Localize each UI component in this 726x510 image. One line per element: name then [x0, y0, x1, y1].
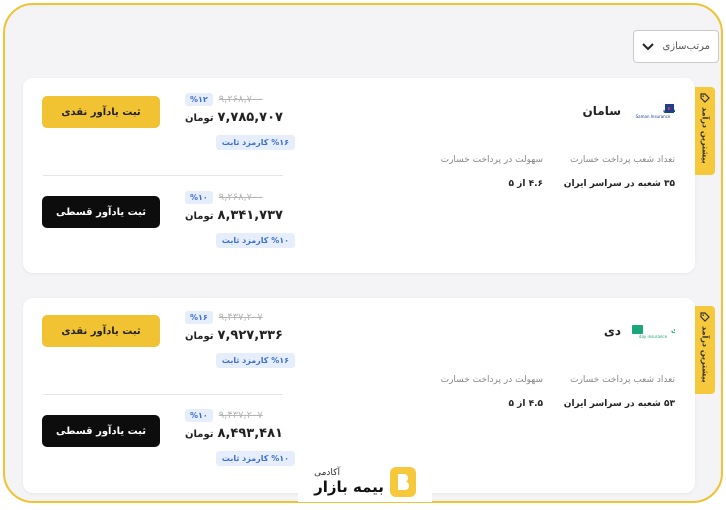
cash-reminder-button[interactable]: ثبت یادآور نقدی	[42, 96, 160, 128]
branches-label: تعداد شعب پرداخت خسارت	[570, 375, 675, 385]
ease-value: ۴.۵ از ۵	[508, 399, 543, 409]
ease-stat: سهولت در پرداخت خسارت ۴.۵ از ۵	[441, 375, 543, 409]
offer-card: بیمه‌سامان Saman Insurance سامان تعداد ش…	[23, 78, 695, 273]
brand-name: بیمه بازار	[314, 477, 384, 496]
tag-label: بیشترین درآمد	[700, 107, 710, 164]
tag-label: بیشترین درآمد	[700, 326, 710, 383]
new-price: ۷,۷۸۵,۷۰۷	[217, 110, 283, 125]
sort-dropdown[interactable]: مرتب‌سازی	[633, 30, 719, 63]
new-price: ۸,۳۴۱,۷۳۷	[217, 208, 283, 223]
ease-label: سهولت در پرداخت خسارت	[440, 375, 543, 385]
tag-icon	[700, 312, 710, 322]
brand-logo: آکادمی بیمه بازار	[298, 462, 432, 502]
tag-icon	[700, 93, 710, 103]
svg-text:day insurance: day insurance	[639, 334, 668, 339]
branches-stat: تعداد شعب پرداخت خسارت ۵۳ شعبه در سراسر …	[564, 375, 675, 409]
brand-mark-icon	[389, 467, 416, 497]
svg-text:بیمه دی: بیمه دی	[671, 326, 675, 334]
fee-badge: %۱۰ کارمزد ثابت	[215, 233, 295, 248]
installment-reminder-button[interactable]: ثبت یادآور قسطی	[42, 196, 160, 228]
old-price: ۹,۴۳۷,۲۰۷	[218, 410, 263, 421]
brand-words: آکادمی بیمه بازار	[314, 468, 384, 496]
new-price: ۸,۴۹۳,۴۸۱	[217, 426, 283, 441]
sort-label: مرتب‌سازی	[662, 41, 710, 52]
chevron-down-icon	[642, 42, 654, 50]
ease-label: سهولت در پرداخت خسارت	[440, 155, 543, 165]
fee-badge: %۱۰ کارمزد ثابت	[215, 451, 295, 466]
svg-text:بیمه‌سامان: بیمه‌سامان	[663, 106, 675, 114]
old-price: ۹,۴۳۷,۲۰۷	[218, 312, 263, 323]
svg-text:Saman Insurance: Saman Insurance	[636, 114, 671, 119]
price-unit: تومان	[185, 429, 214, 440]
old-price: ۹,۲۶۸,۷۰۰	[218, 94, 263, 105]
discount-badge: %۱۲	[185, 93, 213, 106]
branches-label: تعداد شعب پرداخت خسارت	[570, 155, 675, 165]
top-income-tag: بیشترین درآمد	[695, 306, 715, 394]
saman-logo: بیمه‌سامان Saman Insurance	[631, 102, 675, 120]
branches-stat: تعداد شعب پرداخت خسارت ۳۵ شعبه در سراسر …	[564, 155, 675, 189]
day-logo: بیمه دی day insurance	[631, 322, 675, 340]
old-price: ۹,۲۶۸,۷۰۰	[218, 192, 263, 203]
cash-price: %۱۶ ۹,۴۳۷,۲۰۷ تومان ۷,۹۲۷,۳۳۶ %۱۶ کارمزد…	[185, 311, 295, 368]
divider	[43, 175, 283, 176]
top-income-tag: بیشترین درآمد	[695, 87, 715, 175]
installment-price: %۱۰ ۹,۴۳۷,۲۰۷ تومان ۸,۴۹۳,۴۸۱ %۱۰ کارمزد…	[185, 409, 295, 466]
installment-reminder-button[interactable]: ثبت یادآور قسطی	[42, 415, 160, 447]
insurer-name: دی	[603, 324, 621, 338]
branches-value: ۵۳ شعبه در سراسر ایران	[563, 399, 675, 409]
cash-reminder-button[interactable]: ثبت یادآور نقدی	[42, 315, 160, 347]
insurer-info: بیمه دی day insurance دی	[604, 322, 675, 340]
branches-value: ۳۵ شعبه در سراسر ایران	[563, 179, 675, 189]
fee-badge: %۱۶ کارمزد ثابت	[215, 353, 295, 368]
discount-badge: %۱۰	[185, 409, 213, 422]
price-unit: تومان	[185, 113, 214, 124]
ease-stat: سهولت در پرداخت خسارت ۴.۶ از ۵	[441, 155, 543, 189]
discount-badge: %۱۶	[185, 311, 213, 324]
ease-value: ۴.۶ از ۵	[508, 179, 543, 189]
new-price: ۷,۹۲۷,۳۳۶	[217, 328, 283, 343]
fee-badge: %۱۶ کارمزد ثابت	[215, 135, 295, 150]
insurer-name: سامان	[582, 104, 621, 118]
insurer-info: بیمه‌سامان Saman Insurance سامان	[583, 102, 675, 120]
cash-price: %۱۲ ۹,۲۶۸,۷۰۰ تومان ۷,۷۸۵,۷۰۷ %۱۶ کارمزد…	[185, 93, 295, 150]
price-unit: تومان	[185, 331, 214, 342]
price-unit: تومان	[185, 211, 214, 222]
divider	[43, 394, 283, 395]
installment-price: %۱۰ ۹,۲۶۸,۷۰۰ تومان ۸,۳۴۱,۷۳۷ %۱۰ کارمزد…	[185, 191, 295, 248]
page-frame: مرتب‌سازی بیمه‌سامان Saman Insurance سام…	[3, 3, 723, 503]
discount-badge: %۱۰	[185, 191, 213, 204]
